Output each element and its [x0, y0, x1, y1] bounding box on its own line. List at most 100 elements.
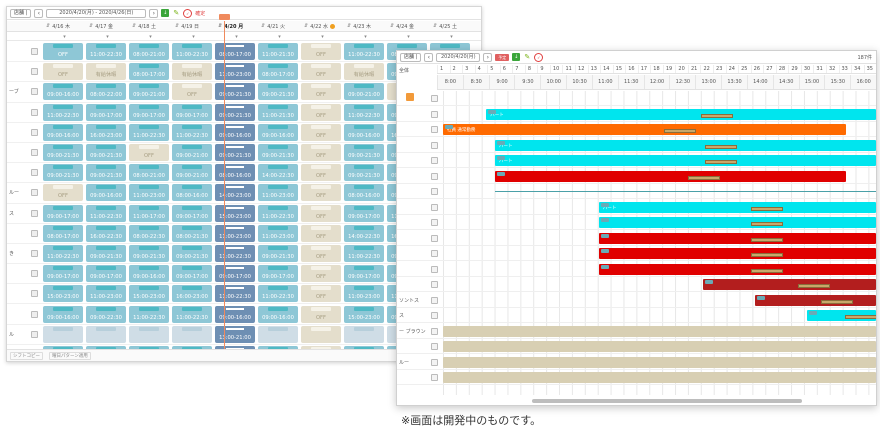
footer-button[interactable]: 曜日パターン適用	[49, 351, 91, 360]
staff-edit-icon[interactable]	[31, 189, 38, 197]
shift-cell[interactable]: 09:00-17:00	[344, 265, 384, 283]
shift-cell[interactable]: 09:00-16:00	[258, 305, 298, 323]
shift-cell[interactable]: OFF	[43, 63, 83, 81]
shift-cell[interactable]: 15:00-23:00	[129, 285, 169, 303]
shift-cell[interactable]: 11:00-23:00	[215, 224, 255, 242]
shift-bar[interactable]	[443, 356, 876, 368]
date-range-field[interactable]: 2020/4/20(月) - 2020/4/26(日)	[46, 8, 147, 18]
row-edit-icon[interactable]	[431, 312, 438, 319]
shift-cell[interactable]: 15:00-23:00	[344, 305, 384, 323]
shift-cell[interactable]: 09:00-16:00	[43, 305, 83, 323]
shift-cell[interactable]: OFF	[301, 224, 341, 242]
shift-cell[interactable]: OFF	[301, 83, 341, 101]
shift-cell[interactable]: 09:00-21:30	[215, 144, 255, 162]
shift-bar[interactable]	[443, 341, 876, 352]
shift-cell[interactable]: 09:00-16:00	[215, 305, 255, 323]
shift-cell[interactable]: 08:00-16:00	[344, 184, 384, 202]
confirm-label[interactable]: 確定	[195, 10, 205, 17]
staff-edit-icon[interactable]	[31, 290, 38, 298]
shift-cell[interactable]	[172, 325, 212, 343]
shift-cell[interactable]: 08:00-21:00	[129, 164, 169, 182]
shift-bar[interactable]	[806, 310, 876, 321]
shift-cell[interactable]: 09:00-21:30	[258, 144, 298, 162]
shift-bar[interactable]: パート	[486, 108, 876, 120]
shift-cell[interactable]: 09:00-21:00	[172, 164, 212, 182]
shift-cell[interactable]: OFF	[301, 305, 341, 323]
staff-edit-icon[interactable]	[31, 149, 38, 157]
shift-cell[interactable]: OFF	[301, 103, 341, 121]
confirm-icon[interactable]: ✓	[183, 8, 193, 18]
staff-edit-icon[interactable]	[31, 229, 38, 237]
shift-cell[interactable]: 08:00-16:00	[215, 164, 255, 182]
shift-cell[interactable]: OFF	[43, 184, 83, 202]
shift-cell[interactable]: OFF	[301, 144, 341, 162]
date-field[interactable]: 2020/4/20(月)	[436, 52, 481, 62]
shift-cell[interactable]: 09:00-21:30	[258, 83, 298, 101]
shift-cell[interactable]: 14:00-22:30	[344, 224, 384, 242]
shift-cell[interactable]: 09:00-17:00	[215, 265, 255, 283]
shift-cell[interactable]: OFF	[301, 164, 341, 182]
expand-icon[interactable]: ▾	[43, 33, 86, 40]
row-edit-icon[interactable]	[431, 265, 438, 273]
shift-cell[interactable]: 09:00-16:00	[215, 123, 255, 141]
next-day-button[interactable]: ›	[483, 52, 493, 62]
row-edit-icon[interactable]	[431, 126, 438, 133]
shift-cell[interactable]: 11:00-22:30	[258, 285, 298, 303]
shift-bar[interactable]: パート	[494, 155, 876, 166]
shift-cell[interactable]: 09:00-17:00	[172, 103, 212, 121]
expand-icon[interactable]: ▾	[258, 33, 301, 40]
row-edit-icon[interactable]	[431, 95, 438, 102]
shift-cell[interactable]: 11:00-23:00	[258, 224, 298, 242]
shift-cell[interactable]: 11:00-22:30	[344, 43, 384, 61]
shift-cell[interactable]: 09:00-16:00	[258, 123, 298, 141]
shift-cell[interactable]: 16:00-22:30	[86, 224, 126, 242]
shift-cell[interactable]: 11:00-22:30	[172, 43, 212, 61]
shift-cell[interactable]: OFF	[301, 265, 341, 283]
shift-cell[interactable]: 09:00-21:30	[344, 144, 384, 162]
shift-cell[interactable]: 11:00-21:30	[258, 103, 298, 121]
shift-bar[interactable]	[702, 279, 876, 290]
shift-cell[interactable]: 09:00-21:00	[172, 144, 212, 162]
shift-cell[interactable]: 09:00-21:30	[43, 144, 83, 162]
horizontal-scrollbar[interactable]	[532, 399, 802, 403]
staff-edit-icon[interactable]	[31, 330, 38, 338]
row-edit-icon[interactable]	[431, 110, 438, 118]
shift-bar[interactable]: パート	[494, 139, 876, 151]
shift-cell[interactable]: 11:00-23:00	[86, 285, 126, 303]
row-edit-icon[interactable]	[431, 219, 438, 226]
group-select-daily[interactable]: 店舗 |	[400, 52, 422, 62]
shift-cell[interactable]: OFF	[301, 123, 341, 141]
day-header-cell[interactable]: ⇵ 4/24 金	[387, 21, 430, 31]
expand-icon[interactable]: ▾	[387, 33, 430, 40]
row-edit-icon[interactable]	[431, 157, 438, 164]
staff-edit-icon[interactable]	[31, 310, 38, 318]
day-header-cell[interactable]: ⇵ 4/17 金	[86, 21, 129, 31]
shift-cell[interactable]: OFF	[172, 83, 212, 101]
row-edit-icon[interactable]	[431, 374, 438, 381]
shift-cell[interactable]: 09:00-17:00	[172, 204, 212, 222]
download-icon[interactable]: ↓	[512, 53, 521, 61]
staff-edit-icon[interactable]	[31, 108, 38, 116]
shift-cell[interactable]: 11:00-22:30	[258, 204, 298, 222]
shift-cell[interactable]: 14:00-22:30	[258, 164, 298, 182]
row-edit-icon[interactable]	[431, 250, 438, 257]
schedule-tag[interactable]: 予定	[495, 53, 510, 61]
staff-edit-icon[interactable]	[31, 249, 38, 257]
expand-icon[interactable]: ▾	[86, 33, 129, 40]
row-edit-icon[interactable]	[431, 327, 438, 335]
shift-cell[interactable]: 09:00-16:00	[43, 123, 83, 141]
shift-bar[interactable]	[443, 372, 876, 383]
shift-cell[interactable]: OFF	[301, 204, 341, 222]
shift-cell[interactable]: 08:00-21:00	[129, 43, 169, 61]
shift-bar[interactable]: パート	[598, 201, 876, 213]
shift-cell[interactable]: 11:00-21:30	[258, 43, 298, 61]
shift-cell[interactable]: 09:00-21:30	[172, 244, 212, 262]
shift-cell[interactable]: 11:00-22:30	[129, 305, 169, 323]
shift-bar[interactable]	[443, 325, 876, 337]
shift-cell[interactable]: 09:00-21:30	[43, 164, 83, 182]
row-edit-icon[interactable]	[431, 234, 438, 242]
expand-icon[interactable]: ▾	[172, 33, 215, 40]
shift-cell[interactable]: OFF	[301, 43, 341, 61]
shift-cell[interactable]: 13:00-21:00	[215, 325, 255, 343]
shift-cell[interactable]: 11:00-22:30	[172, 305, 212, 323]
